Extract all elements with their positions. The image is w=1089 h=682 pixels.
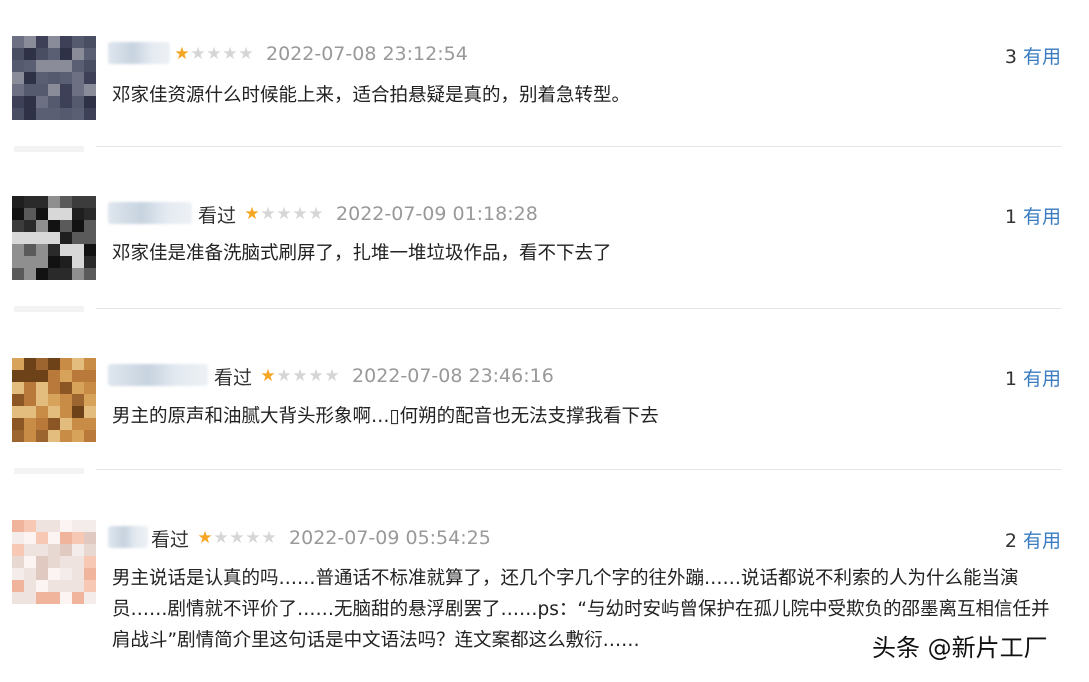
useful-votes[interactable]: 3 有用 <box>1005 42 1061 69</box>
star-filled-icon: ★ <box>260 365 276 386</box>
comment-meta: 看过 ★ ★ ★ ★ ★ 2022-07-08 23:46:16 <box>214 364 554 389</box>
useful-votes[interactable]: 1 有用 <box>1005 364 1061 391</box>
comment-text: 邓家佳资源什么时候能上来，适合拍悬疑是真的，别着急转型。 <box>112 85 631 106</box>
avatar[interactable] <box>12 358 96 442</box>
star-empty-icon: ★ <box>229 527 245 548</box>
star-empty-icon: ★ <box>261 527 277 548</box>
seen-label: 看过 <box>198 204 237 227</box>
star-empty-icon: ★ <box>324 365 340 386</box>
avatar-shadow <box>14 468 84 474</box>
star-empty-icon: ★ <box>222 43 238 64</box>
star-empty-icon: ★ <box>245 527 261 548</box>
comment-item: ★ ★ ★ ★ ★ 2022-07-08 23:12:54 3 有用 邓家佳资源什么时候能… <box>0 0 1089 162</box>
vote-count: 3 <box>1004 46 1017 68</box>
avatar[interactable] <box>12 36 96 120</box>
useful-votes[interactable]: 1 有用 <box>1005 202 1061 229</box>
comment-item: 看过 ★ ★ ★ ★ ★ 2022-07-08 23:46:16 1 有用 男主的原声和油… <box>0 322 1089 484</box>
star-empty-icon: ★ <box>213 527 229 548</box>
star-empty-icon: ★ <box>238 43 254 64</box>
comment-time: 2022-07-09 05:54:25 <box>289 527 491 549</box>
star-filled-icon: ★ <box>244 203 260 224</box>
useful-link[interactable]: 有用 <box>1023 46 1061 68</box>
vote-count: 1 <box>1004 206 1017 228</box>
star-empty-icon: ★ <box>260 203 276 224</box>
rating-stars: ★ ★ ★ ★ ★ <box>244 203 324 224</box>
comment-text: 男主的原声和油腻大背头形象啊…▯何朔的配音也无法支撑我看下去 <box>112 406 659 427</box>
star-filled-icon: ★ <box>197 527 213 548</box>
comment-meta: ★ ★ ★ ★ ★ 2022-07-08 23:12:54 <box>174 42 468 66</box>
avatar-shadow <box>14 306 84 312</box>
star-empty-icon: ★ <box>190 43 206 64</box>
useful-link[interactable]: 有用 <box>1023 206 1061 228</box>
comment-time: 2022-07-08 23:46:16 <box>352 365 554 387</box>
star-empty-icon: ★ <box>276 365 292 386</box>
star-empty-icon: ★ <box>206 43 222 64</box>
avatar[interactable] <box>12 520 96 604</box>
divider <box>96 469 1061 470</box>
rating-stars: ★ ★ ★ ★ ★ <box>260 365 340 386</box>
vote-count: 2 <box>1004 530 1017 552</box>
avatar-shadow <box>14 146 84 152</box>
username-blurred[interactable] <box>108 364 208 386</box>
useful-link[interactable]: 有用 <box>1023 368 1061 390</box>
avatar[interactable] <box>12 196 96 280</box>
comment-time: 2022-07-08 23:12:54 <box>266 43 468 65</box>
rating-stars: ★ ★ ★ ★ ★ <box>197 527 277 548</box>
star-empty-icon: ★ <box>276 203 292 224</box>
comment-meta: 看过 ★ ★ ★ ★ ★ 2022-07-09 05:54:25 <box>151 526 491 551</box>
useful-link[interactable]: 有用 <box>1023 530 1061 552</box>
star-empty-icon: ★ <box>308 203 324 224</box>
username-blurred[interactable] <box>108 202 192 224</box>
vote-count: 1 <box>1004 368 1017 390</box>
username-blurred[interactable] <box>108 42 170 64</box>
divider <box>96 146 1061 147</box>
star-empty-icon: ★ <box>292 203 308 224</box>
useful-votes[interactable]: 2 有用 <box>1005 526 1061 553</box>
comment-text: 邓家佳是准备洗脑式刷屏了，扎堆一堆垃圾作品，看不下去了 <box>112 243 612 264</box>
rating-stars: ★ ★ ★ ★ ★ <box>174 43 254 64</box>
seen-label: 看过 <box>151 528 190 551</box>
star-filled-icon: ★ <box>174 43 190 64</box>
username-blurred[interactable] <box>108 526 148 548</box>
comment-time: 2022-07-09 01:18:28 <box>336 203 538 225</box>
seen-label: 看过 <box>214 366 253 389</box>
divider <box>96 308 1061 309</box>
watermark: 头条 @新片工厂 <box>872 634 1048 662</box>
star-empty-icon: ★ <box>308 365 324 386</box>
comment-item: 看过 ★ ★ ★ ★ ★ 2022-07-09 01:18:28 1 有用 邓家佳是准备洗… <box>0 160 1089 322</box>
comment-meta: 看过 ★ ★ ★ ★ ★ 2022-07-09 01:18:28 <box>198 202 538 227</box>
star-empty-icon: ★ <box>292 365 308 386</box>
